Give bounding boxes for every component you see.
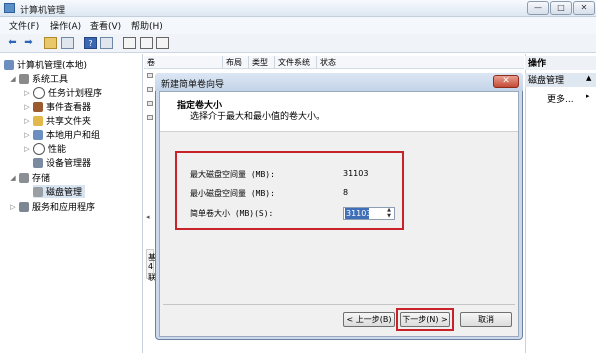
tree-item-label: 性能 — [48, 145, 67, 155]
disk-icon — [147, 73, 153, 78]
tree-item-label: 系统工具 — [32, 75, 69, 85]
tree-item-services[interactable]: ▷ 服务和应用程序 — [10, 200, 95, 213]
column-filesystem[interactable]: 文件系统 — [274, 56, 320, 69]
collapse-arrow-icon[interactable]: ▲ — [586, 74, 591, 82]
tree-item-disk-management[interactable]: 磁盘管理 — [33, 185, 86, 198]
tree-item-root[interactable]: 计算机管理(本地) — [4, 58, 87, 71]
chevron-right-icon[interactable]: ▷ — [10, 203, 16, 211]
chevron-right-icon[interactable]: ▷ — [24, 103, 30, 111]
tree-item-label: 设备管理器 — [46, 159, 92, 169]
more-actions-label: 更多... — [547, 95, 574, 105]
disk-icon — [147, 87, 153, 92]
spin-down-icon[interactable]: ▼ — [384, 214, 394, 219]
event-viewer-icon — [33, 101, 43, 112]
help-icon[interactable]: ? — [84, 37, 97, 49]
chevron-down-icon[interactable]: ◢ — [10, 75, 16, 83]
computer-management-icon — [4, 3, 15, 13]
toolbar: ⬅ ➡ ? — [0, 34, 596, 53]
forward-arrow-icon[interactable]: ➡ — [22, 37, 35, 49]
volume-list-header: 卷 布局 类型 文件系统 状态 — [144, 56, 524, 69]
export-list-icon[interactable] — [156, 37, 169, 49]
tree-item-label: 计算机管理(本地) — [17, 61, 88, 71]
dialog-divider — [163, 304, 515, 305]
tree-item-label: 存储 — [32, 174, 51, 184]
volume-size-label: 简单卷大小 (MB)(S): — [190, 209, 274, 218]
users-icon — [33, 129, 43, 140]
disk-icon — [147, 115, 153, 120]
tree-item-local-users[interactable]: ▷ 本地用户和组 — [24, 128, 100, 141]
chevron-right-icon[interactable]: ▷ — [24, 145, 30, 153]
performance-icon — [33, 142, 45, 155]
column-volume[interactable]: 卷 — [144, 56, 225, 69]
tree-item-label: 本地用户和组 — [46, 131, 101, 141]
tree-item-task-scheduler[interactable]: ▷ 任务计划程序 — [24, 86, 102, 99]
tree-item-label: 事件查看器 — [46, 103, 92, 113]
back-arrow-icon[interactable]: ⬅ — [6, 37, 19, 49]
menu-help[interactable]: 帮助(H) — [131, 19, 163, 32]
more-actions-link[interactable]: 更多... ▸ — [547, 92, 590, 105]
menu-file[interactable]: 文件(F) — [9, 19, 39, 32]
tree-item-label: 任务计划程序 — [48, 89, 103, 99]
tree-item-performance[interactable]: ▷ 性能 — [24, 142, 66, 155]
console-tree: 计算机管理(本地) ◢ 系统工具 ▷ 任务计划程序 ▷ 事件查看器 ▷ 共享文件… — [0, 54, 143, 353]
next-button-highlight — [396, 308, 454, 331]
tree-item-device-manager[interactable]: 设备管理器 — [33, 156, 91, 169]
show-hide-tree-icon[interactable] — [61, 37, 74, 49]
device-manager-icon — [33, 157, 43, 168]
minimize-button[interactable]: — — [527, 1, 549, 15]
tree-item-system-tools[interactable]: ◢ 系统工具 — [10, 72, 68, 85]
tree-item-label: 磁盘管理 — [46, 188, 83, 198]
submenu-arrow-icon: ▸ — [586, 92, 590, 100]
refresh-icon[interactable] — [123, 37, 136, 49]
tree-item-label: 服务和应用程序 — [32, 203, 96, 213]
actions-section-disk-management[interactable]: 磁盘管理 ▲ — [525, 73, 596, 87]
console-view-icon[interactable] — [100, 37, 113, 49]
tree-item-shared-folders[interactable]: ▷ 共享文件夹 — [24, 114, 91, 127]
properties-icon[interactable] — [140, 37, 153, 49]
shared-folder-icon — [33, 115, 43, 126]
min-size-value: 8 — [343, 188, 349, 197]
clock-icon — [33, 86, 45, 99]
menu-bar: 文件(F) 操作(A) 查看(V) 帮助(H) — [0, 17, 596, 34]
disk-entry-text: 4 — [148, 262, 154, 271]
volume-size-value[interactable]: 31103 — [345, 208, 371, 219]
window-titlebar — [0, 0, 596, 17]
tree-item-event-viewer[interactable]: ▷ 事件查看器 — [24, 100, 91, 113]
min-size-label: 最小磁盘空间量 (MB): — [190, 189, 275, 198]
chevron-right-icon[interactable]: ▷ — [24, 89, 30, 97]
maximize-button[interactable]: □ — [550, 1, 572, 15]
computer-icon — [4, 59, 14, 70]
max-size-label: 最大磁盘空间量 (MB): — [190, 170, 275, 179]
back-button[interactable]: < 上一步(B) — [343, 312, 395, 327]
tree-item-label: 共享文件夹 — [46, 117, 92, 127]
scroll-left-icon[interactable]: ◂ — [146, 213, 150, 221]
chevron-right-icon[interactable]: ▷ — [24, 117, 30, 125]
close-button[interactable]: ✕ — [573, 1, 595, 15]
menu-view[interactable]: 查看(V) — [90, 19, 121, 32]
window-title: 计算机管理 — [20, 6, 66, 16]
max-size-value: 31103 — [343, 169, 369, 178]
menu-action[interactable]: 操作(A) — [50, 19, 81, 32]
chevron-down-icon[interactable]: ◢ — [10, 174, 16, 182]
storage-icon — [19, 172, 29, 183]
disk-icon — [147, 101, 153, 106]
actions-section-label: 磁盘管理 — [528, 76, 565, 86]
column-status[interactable]: 状态 — [316, 56, 380, 69]
dialog-title: 新建简单卷向导 — [161, 80, 225, 90]
up-folder-icon[interactable] — [44, 37, 57, 49]
actions-header: 操作 — [525, 56, 596, 70]
cancel-button[interactable]: 取消 — [460, 312, 512, 327]
tools-icon — [19, 73, 29, 84]
dialog-close-button[interactable]: ✕ — [493, 75, 519, 88]
chevron-right-icon[interactable]: ▷ — [24, 131, 30, 139]
tree-item-storage[interactable]: ◢ 存储 — [10, 171, 50, 184]
disk-icon — [33, 186, 43, 197]
services-icon — [19, 201, 29, 212]
step-description: 选择介于最大和最小值的卷大小。 — [190, 112, 326, 122]
